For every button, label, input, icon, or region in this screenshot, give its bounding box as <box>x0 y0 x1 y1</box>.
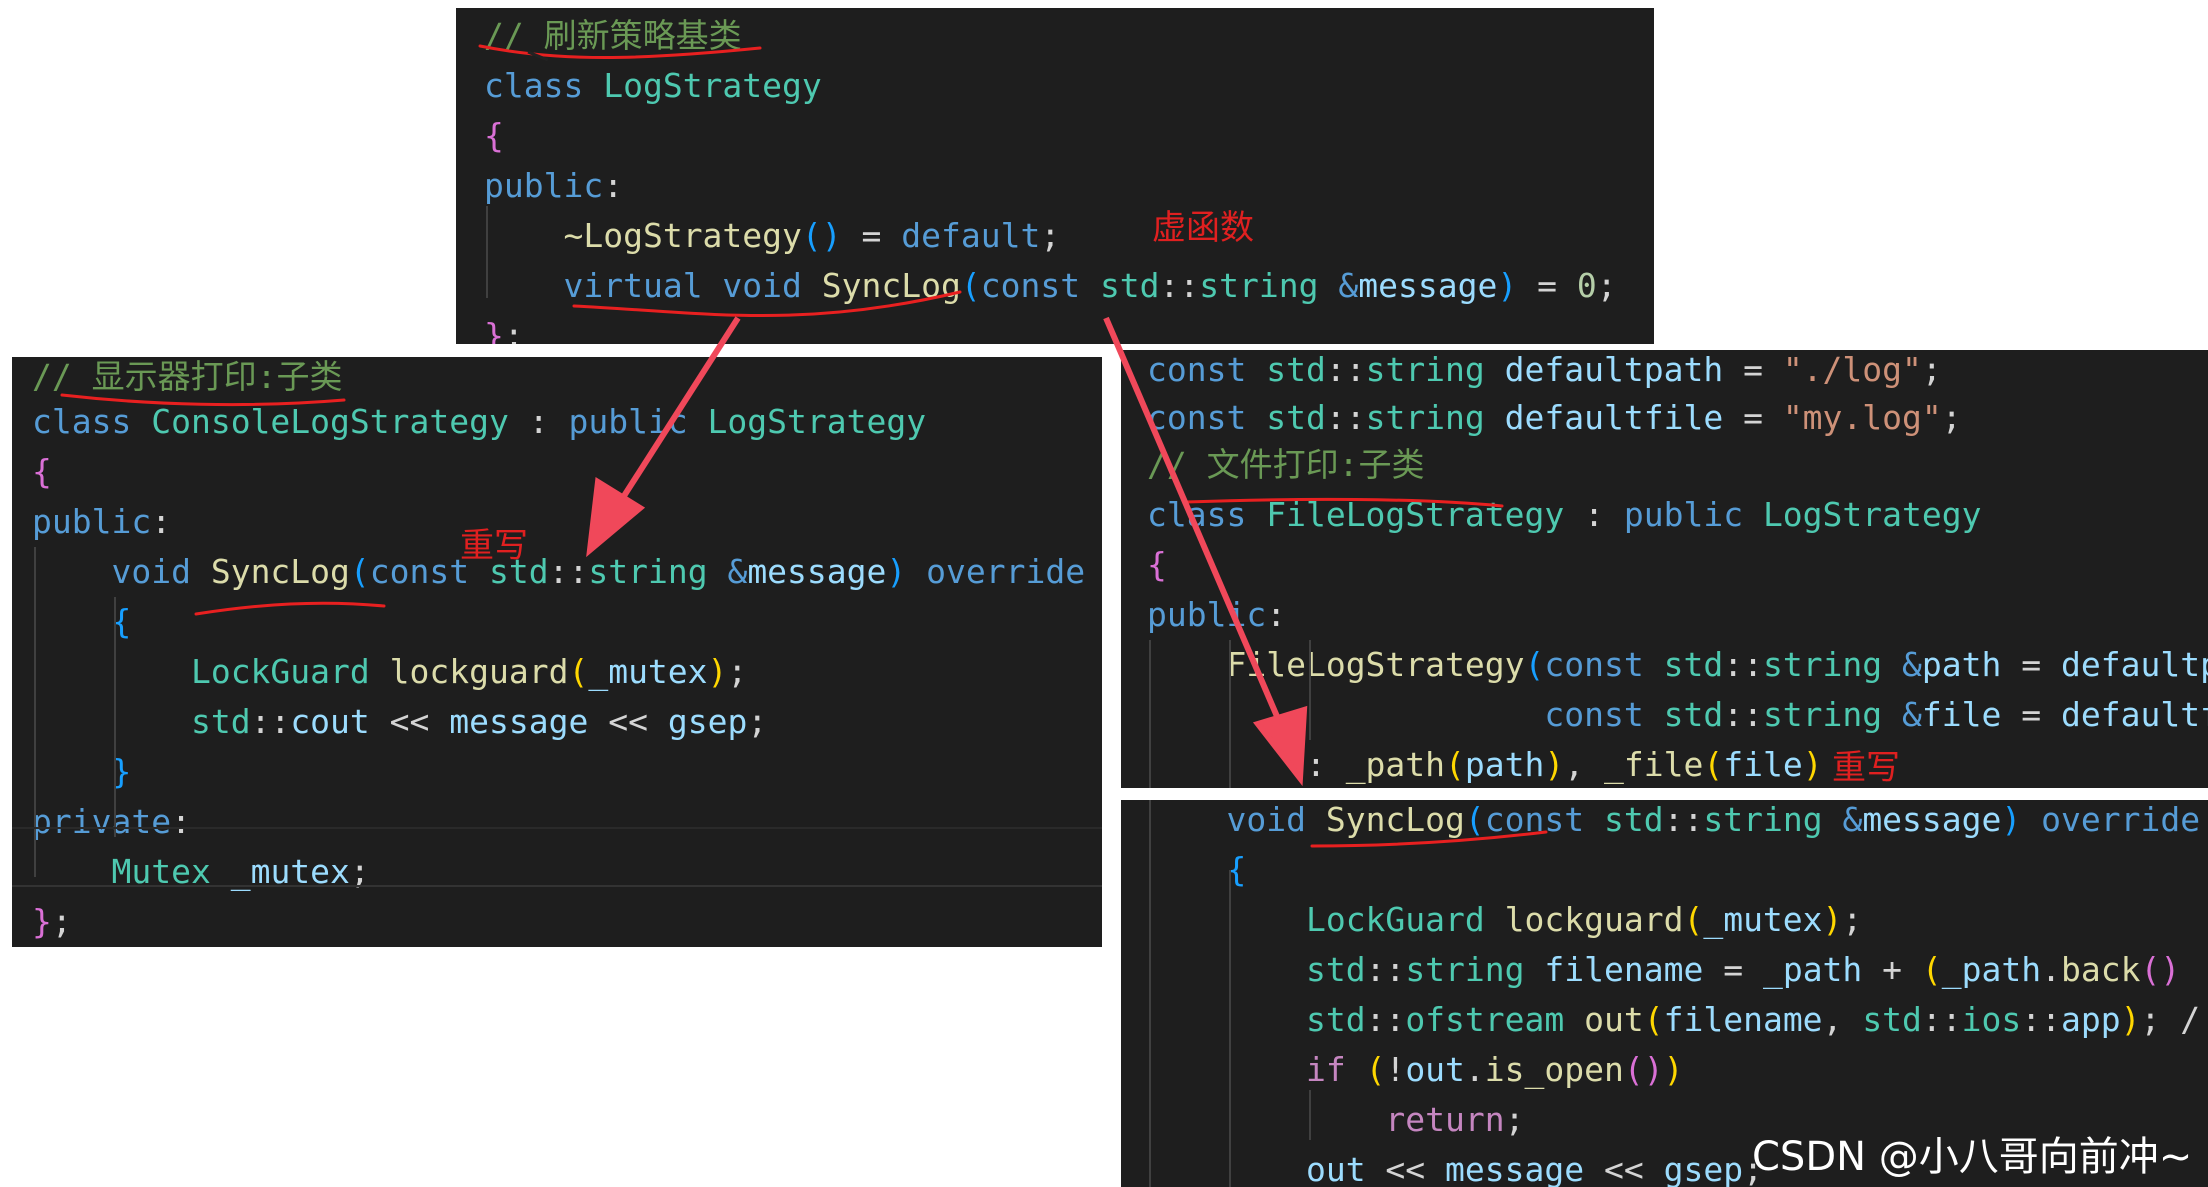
arrowhead-icon <box>586 476 646 558</box>
arrow-to-file-override <box>1103 316 1285 730</box>
underline-right-synclog <box>1310 830 1548 848</box>
underline-left-synclog <box>194 601 386 616</box>
arrow-to-console-override <box>612 316 741 512</box>
underline-right-comment <box>1184 497 1504 508</box>
underline-virtual-synclog <box>572 290 962 317</box>
annotation-overlay <box>60 44 1548 848</box>
underline-base-comment <box>478 44 762 59</box>
underline-left-comment <box>60 393 346 407</box>
arrowhead-icon <box>1252 705 1308 787</box>
watermark: CSDN @小八哥向前冲~ <box>1752 1134 2193 1180</box>
